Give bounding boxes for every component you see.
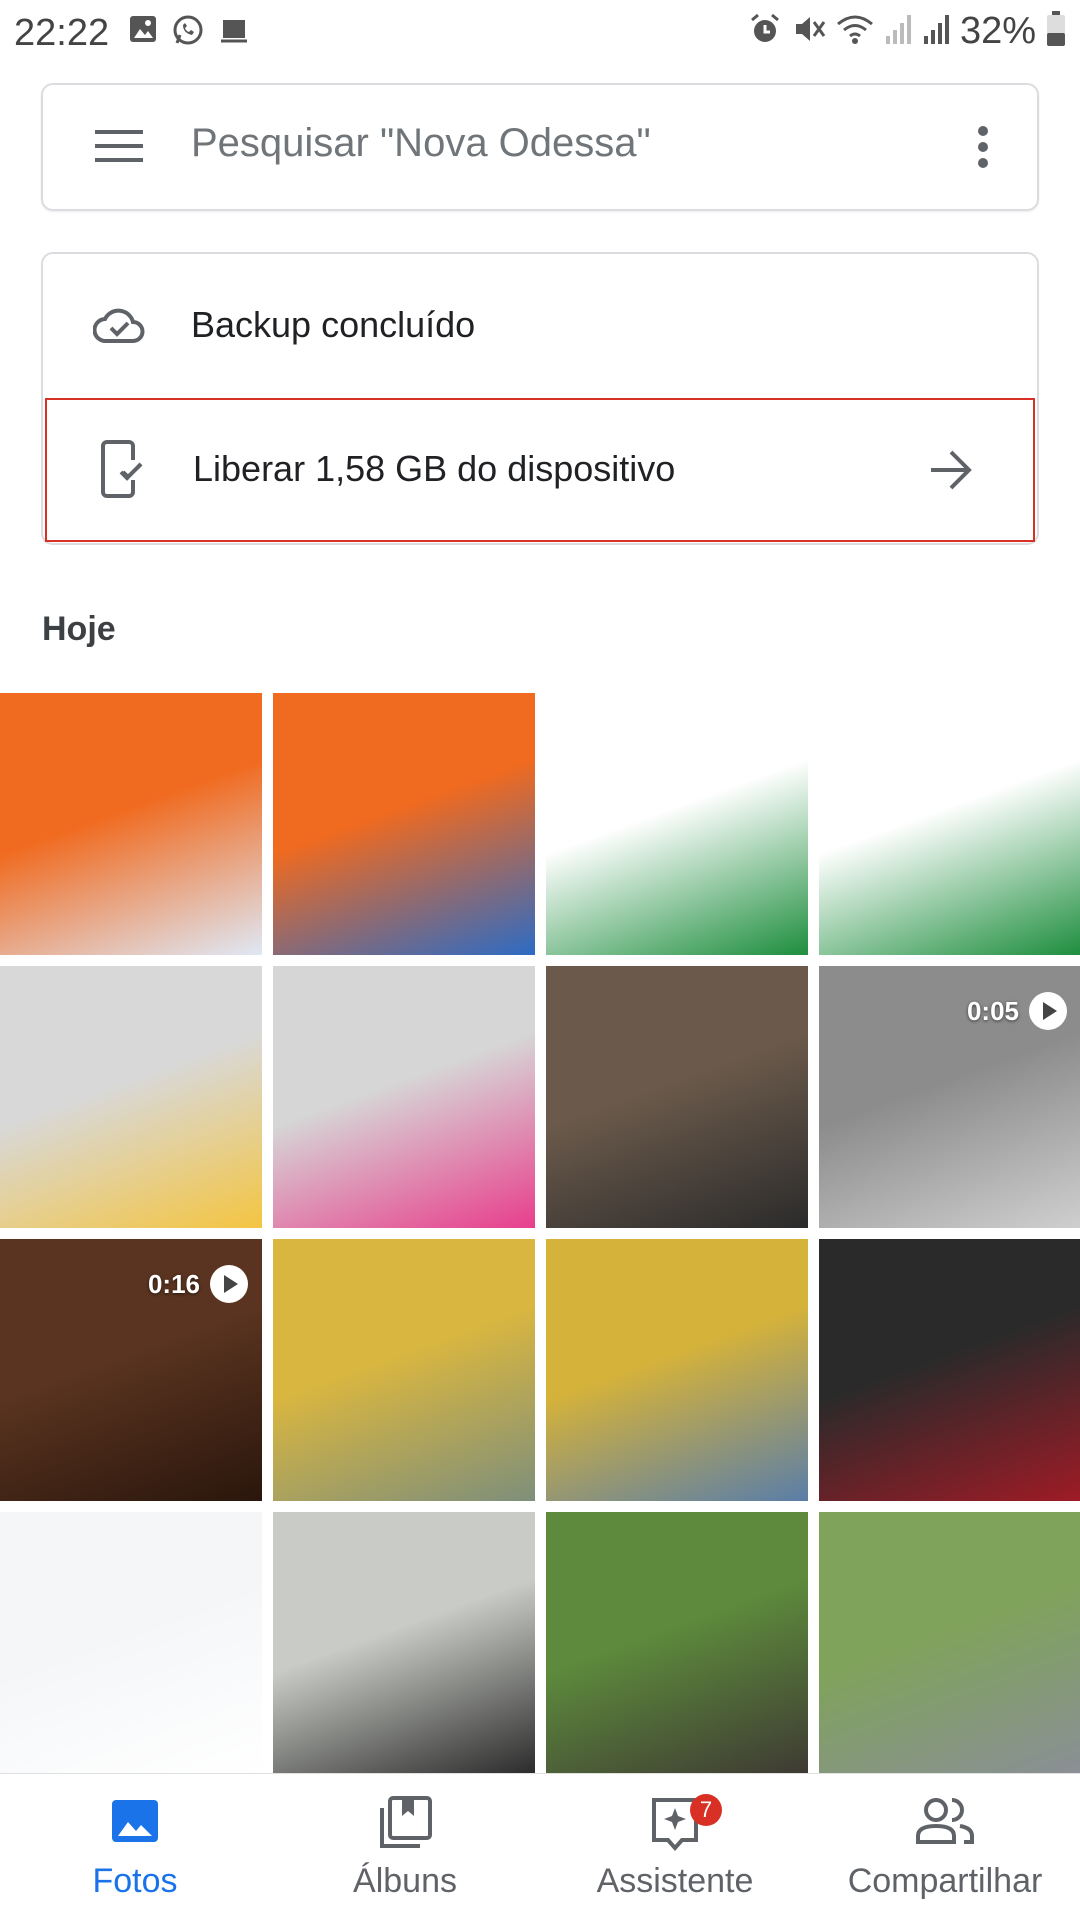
mute-icon [792, 12, 826, 51]
nav-item-assistant[interactable]: 7 Assistente [540, 1774, 810, 1921]
nav-item-photos[interactable]: Fotos [0, 1774, 270, 1921]
signal-icon [884, 12, 912, 51]
free-up-space-label: Liberar 1,58 GB do dispositivo [193, 448, 676, 489]
image-icon [128, 14, 158, 51]
photo-thumbnail[interactable] [546, 966, 808, 1228]
nav-item-sharing[interactable]: Compartilhar [810, 1774, 1080, 1921]
photo-thumbnail[interactable] [0, 1512, 262, 1774]
video-thumbnail[interactable]: 0:16 [0, 1239, 262, 1501]
backup-status-row[interactable]: Backup concluído [43, 254, 1037, 398]
albums-icon [378, 1796, 432, 1855]
nav-item-albums[interactable]: Álbuns [270, 1774, 540, 1921]
menu-icon[interactable] [95, 129, 143, 168]
notification-badge: 7 [690, 1794, 722, 1826]
photo-thumbnail[interactable] [273, 1239, 535, 1501]
video-duration: 0:16 [147, 1268, 200, 1299]
photo-thumbnail[interactable] [819, 1512, 1080, 1774]
photo-thumbnail[interactable] [273, 693, 535, 955]
nav-label-albums: Álbuns [353, 1862, 457, 1900]
play-icon [1029, 992, 1067, 1030]
photo-thumbnail[interactable] [819, 693, 1080, 955]
search-input[interactable]: Pesquisar "Nova Odessa" [191, 121, 651, 166]
backup-status-label: Backup concluído [191, 304, 476, 345]
photo-icon [110, 1796, 160, 1851]
wifi-icon [836, 12, 874, 51]
photo-thumbnail[interactable] [0, 693, 262, 955]
phone-check-icon [99, 438, 145, 505]
photo-thumbnail[interactable] [0, 966, 262, 1228]
video-thumbnail[interactable]: 0:05 [819, 966, 1080, 1228]
video-badge: 0:05 [967, 992, 1067, 1030]
video-duration: 0:05 [966, 995, 1019, 1026]
sharing-icon [914, 1796, 976, 1851]
status-bar: 22:22 32% [0, 0, 1080, 70]
photo-thumbnail[interactable] [273, 966, 535, 1228]
cloud-done-icon [92, 306, 145, 349]
photo-thumbnail[interactable] [819, 1239, 1080, 1501]
arrow-right-icon [929, 450, 973, 495]
bottom-navigation: Fotos Álbuns 7 Assistente Compartilhar [0, 1773, 1080, 1921]
photo-thumbnail[interactable] [546, 693, 808, 955]
alarm-icon [748, 12, 782, 51]
signal-icon [922, 12, 950, 51]
play-icon [210, 1265, 248, 1303]
video-badge: 0:16 [148, 1265, 248, 1303]
section-title: Hoje [42, 610, 116, 648]
whatsapp-icon [172, 14, 204, 51]
nav-label-photos: Fotos [92, 1862, 178, 1900]
nav-label-assistant: Assistente [596, 1862, 754, 1900]
status-time: 22:22 [14, 12, 110, 54]
photo-thumbnail[interactable] [546, 1512, 808, 1774]
backup-card: Backup concluído Liberar 1,58 GB do disp… [41, 252, 1039, 545]
search-bar[interactable]: Pesquisar "Nova Odessa" [41, 83, 1039, 211]
app-icon [218, 14, 250, 51]
battery-percent: 32% [959, 10, 1036, 52]
nav-label-sharing: Compartilhar [847, 1862, 1043, 1900]
battery-icon [1046, 11, 1066, 52]
more-options-icon[interactable] [977, 125, 989, 174]
photo-thumbnail[interactable] [546, 1239, 808, 1501]
photo-thumbnail[interactable] [273, 1512, 535, 1774]
free-up-space-row[interactable]: Liberar 1,58 GB do dispositivo [45, 398, 1035, 542]
